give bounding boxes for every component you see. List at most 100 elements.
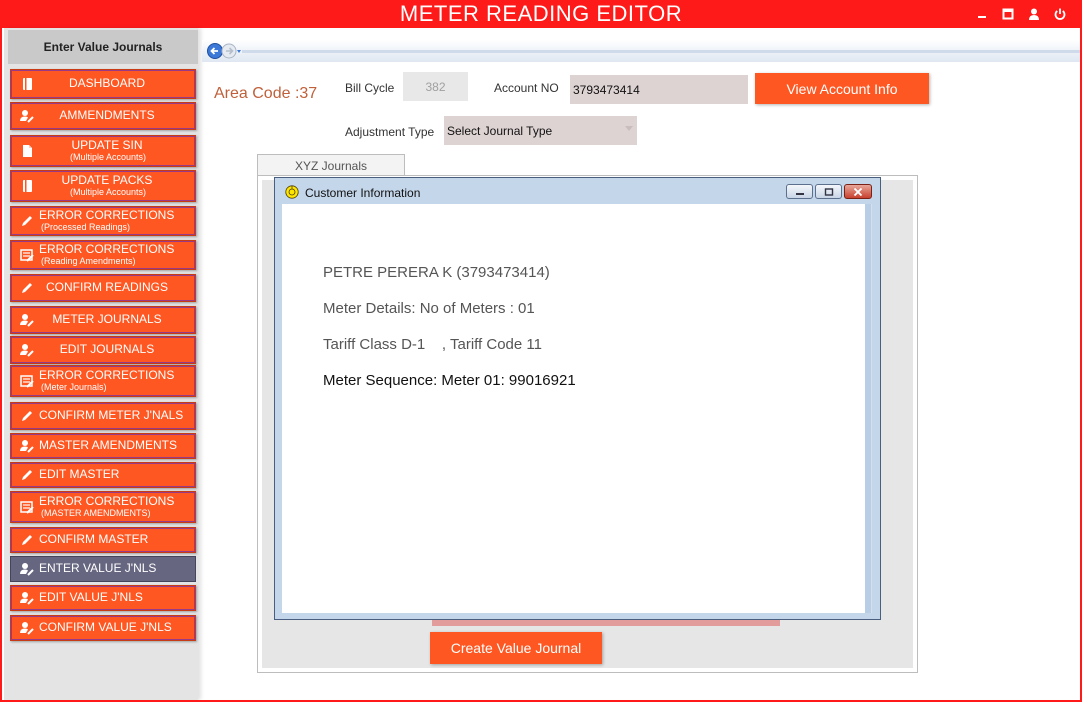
sidebar-item-label: ERROR CORRECTIONS	[39, 242, 175, 257]
sidebar-item-text: DASHBOARD	[39, 77, 195, 90]
sidebar-item-edit-value-j-nls[interactable]: EDIT VALUE J'NLS	[10, 585, 196, 611]
minimize-icon[interactable]	[974, 6, 990, 22]
sidebar-item-text: ERROR CORRECTIONS (Meter Journals)	[39, 369, 174, 392]
nav-arrows	[206, 42, 242, 60]
sidebar-item-error-corrections-4[interactable]: ERROR CORRECTIONS (Processed Readings)	[10, 206, 196, 236]
sidebar-item-sublabel: (Multiple Accounts)	[69, 186, 147, 197]
sidebar-item-label: EDIT MASTER	[39, 467, 120, 482]
account-no-field[interactable]: 3793473414	[570, 75, 748, 104]
user-edit-icon	[19, 312, 35, 328]
sidebar-item-label: UPDATE SIN	[71, 138, 143, 153]
sidebar-item-update-sin-2[interactable]: UPDATE SIN (Multiple Accounts)	[10, 135, 196, 167]
sidebar-item-text: CONFIRM VALUE J'NLS	[39, 621, 172, 634]
meter-details: Meter Details: No of Meters : 01	[323, 300, 535, 317]
app-icon	[285, 185, 299, 199]
sidebar-item-text: EDIT MASTER	[39, 468, 119, 481]
sidebar-item-label: ERROR CORRECTIONS	[39, 494, 175, 509]
sidebar-item-sublabel: (Reading Amendments)	[41, 255, 136, 266]
sidebar-item-label: CONFIRM MASTER	[39, 532, 149, 547]
sidebar-item-text: CONFIRM MASTER	[39, 533, 148, 546]
power-icon[interactable]	[1052, 6, 1068, 22]
sidebar-item-text: METER JOURNALS	[39, 313, 195, 326]
title-bar: METER READING EDITOR	[2, 2, 1080, 28]
sidebar-item-error-corrections-13[interactable]: ERROR CORRECTIONS (MASTER AMENDMENTS)	[10, 491, 196, 523]
user-edit-icon	[19, 590, 35, 606]
sidebar-item-confirm-readings[interactable]: CONFIRM READINGS	[10, 274, 196, 302]
dialog-close-icon[interactable]	[844, 184, 872, 199]
sidebar-item-master-amendments[interactable]: MASTER AMENDMENTS	[10, 433, 196, 459]
user-icon[interactable]	[1026, 6, 1042, 22]
app-window: METER READING EDITOR Enter Value Journal…	[0, 0, 1082, 702]
sidebar-item-edit-journals[interactable]: EDIT JOURNALS	[10, 336, 196, 364]
sidebar-item-update-packs-3[interactable]: UPDATE PACKS (Multiple Accounts)	[10, 170, 196, 202]
list-edit-icon	[19, 373, 35, 389]
sidebar-item-meter-journals[interactable]: METER JOURNALS	[10, 306, 196, 334]
sidebar-item-dashboard[interactable]: DASHBOARD	[10, 69, 196, 99]
document-icon	[19, 143, 35, 159]
user-edit-icon	[19, 620, 35, 636]
sidebar-item-edit-master[interactable]: EDIT MASTER	[10, 462, 196, 488]
tab-xyz-journals[interactable]: XYZ Journals	[257, 154, 405, 176]
sidebar-item-text: ENTER VALUE J'NLS	[39, 562, 156, 575]
pencil-icon	[19, 532, 35, 548]
sidebar-item-confirm-master[interactable]: CONFIRM MASTER	[10, 527, 196, 553]
user-edit-icon	[19, 342, 35, 358]
sidebar-item-error-corrections-9[interactable]: ERROR CORRECTIONS (Meter Journals)	[10, 365, 196, 397]
chevron-down-icon	[625, 126, 633, 131]
sidebar-item-enter-value-j-nls[interactable]: ENTER VALUE J'NLS	[10, 556, 196, 582]
journal-type-value: Select Journal Type	[447, 123, 553, 138]
sidebar-item-text: UPDATE PACKS (Multiple Accounts)	[39, 174, 195, 197]
sidebar-item-label: ERROR CORRECTIONS	[39, 208, 175, 223]
sidebar-item-text: AMMENDMENTS	[39, 109, 195, 122]
sidebar-item-sublabel: (Meter Journals)	[41, 381, 107, 392]
back-forward-icon[interactable]	[206, 42, 242, 60]
sidebar-header: Enter Value Journals	[8, 30, 198, 64]
sidebar-item-text: ERROR CORRECTIONS (Reading Amendments)	[39, 243, 174, 266]
sidebar: Enter Value Journals DASHBOARD AMMENDMENT…	[4, 28, 198, 700]
nav-separator	[242, 50, 1080, 53]
sidebar-item-ammendments[interactable]: AMMENDMENTS	[10, 102, 196, 130]
sidebar-item-confirm-value-j-nls[interactable]: CONFIRM VALUE J'NLS	[10, 615, 196, 641]
sidebar-item-label: ENTER VALUE J'NLS	[39, 561, 157, 576]
sidebar-item-sublabel: (Multiple Accounts)	[69, 151, 147, 162]
pencil-icon	[19, 467, 35, 483]
dialog-scrollbar[interactable]	[865, 204, 871, 613]
dialog-controls	[786, 184, 872, 199]
sidebar-item-label: EDIT VALUE J'NLS	[39, 590, 143, 605]
window-controls	[974, 6, 1068, 22]
view-account-info-button[interactable]: View Account Info	[755, 73, 929, 104]
sidebar-item-sublabel: (Processed Readings)	[41, 221, 131, 232]
pencil-icon	[19, 213, 35, 229]
navigation-bar	[202, 40, 1080, 62]
bill-cycle-field[interactable]: 382	[403, 72, 468, 101]
tariff-details: Tariff Class D-1 , Tariff Code 11	[323, 336, 542, 353]
pencil-icon	[19, 408, 35, 424]
sidebar-item-error-corrections-5[interactable]: ERROR CORRECTIONS (Reading Amendments)	[10, 240, 196, 270]
sidebar-item-label: EDIT JOURNALS	[59, 342, 155, 357]
list-edit-icon	[19, 247, 35, 263]
sidebar-item-label: METER JOURNALS	[52, 312, 162, 327]
journal-type-select[interactable]: Select Journal Type	[444, 116, 637, 145]
sidebar-item-label: AMMENDMENTS	[59, 108, 155, 123]
customer-name: PETRE PERERA K (3793473414)	[323, 264, 550, 281]
sidebar-item-label: DASHBOARD	[68, 76, 145, 91]
sidebar-item-text: ERROR CORRECTIONS (MASTER AMENDMENTS)	[39, 495, 174, 518]
account-no-label: Account NO	[494, 81, 559, 95]
user-edit-icon	[19, 561, 35, 577]
dialog-maximize-icon[interactable]	[815, 184, 842, 199]
sidebar-item-text: ERROR CORRECTIONS (Processed Readings)	[39, 209, 174, 232]
dialog-minimize-icon[interactable]	[786, 184, 813, 199]
dialog-title: Customer Information	[305, 186, 421, 200]
sidebar-item-label: MASTER AMENDMENTS	[39, 438, 178, 453]
bill-cycle-label: Bill Cycle	[345, 81, 395, 95]
user-edit-icon	[19, 438, 35, 454]
sidebar-item-text: EDIT VALUE J'NLS	[39, 591, 143, 604]
maximize-icon[interactable]	[1000, 6, 1016, 22]
meter-sequence: Meter Sequence: Meter 01: 99016921	[323, 372, 576, 389]
book-icon	[19, 178, 35, 194]
sidebar-item-confirm-meter-j-nals[interactable]: CONFIRM METER J'NALS	[10, 402, 196, 430]
create-value-journal-button[interactable]: Create Value Journal	[430, 632, 602, 664]
sidebar-item-sublabel: (MASTER AMENDMENTS)	[41, 507, 151, 518]
customer-info-dialog: Customer Information PETRE PERERA K (379…	[274, 177, 881, 620]
sidebar-item-label: CONFIRM READINGS	[45, 280, 168, 295]
